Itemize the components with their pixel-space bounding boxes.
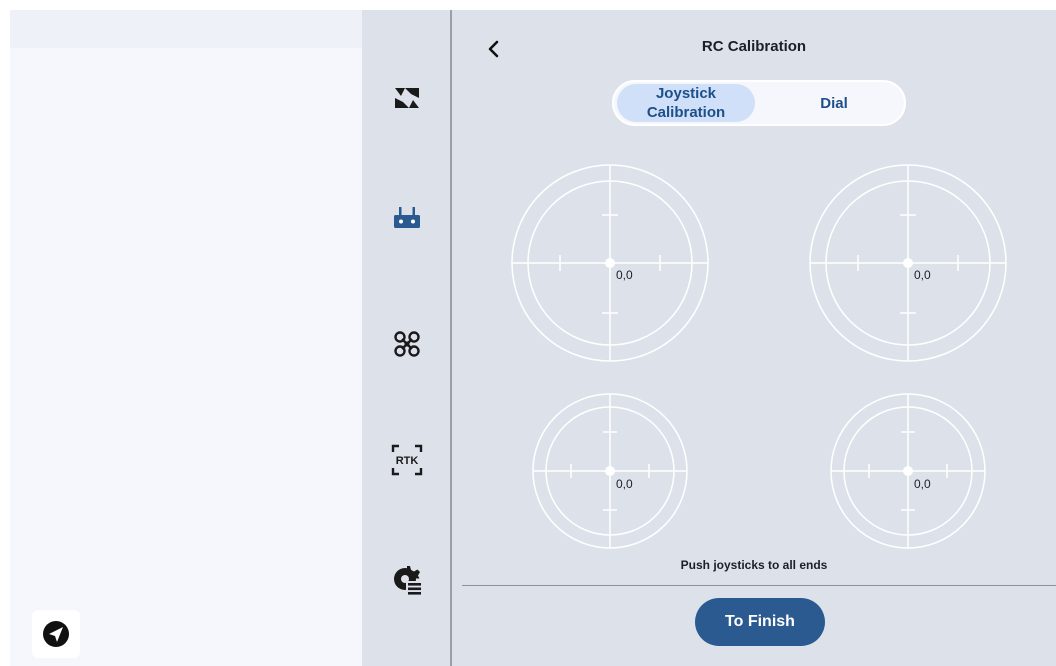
- joystick-value-label: 0,0: [914, 268, 931, 282]
- send-icon: [43, 621, 69, 647]
- rtk-icon: RTK: [391, 444, 423, 476]
- nav-item-camera[interactable]: [387, 78, 427, 118]
- nav-item-rtk[interactable]: RTK: [387, 440, 427, 480]
- nav-item-settings[interactable]: [387, 560, 427, 600]
- joystick-indicator-left-small: 0,0: [532, 393, 688, 549]
- nav-item-remote-controller[interactable]: [387, 198, 427, 238]
- rc-calibration-panel: RC Calibration Joystick Calibration Dial…: [452, 10, 1056, 666]
- send-location-button[interactable]: [32, 610, 80, 658]
- joystick-indicators: 0,0 0,0 0,0 0,0: [511, 164, 1007, 549]
- joystick-indicator-left-large: 0,0: [511, 164, 709, 362]
- joystick-indicator-right-large: 0,0: [809, 164, 1007, 362]
- drone-icon: [394, 331, 420, 357]
- joystick-value-label: 0,0: [616, 268, 633, 282]
- joystick-value-label: 0,0: [616, 477, 633, 491]
- nav-rail: RTK: [362, 10, 452, 666]
- nav-item-aircraft[interactable]: [387, 324, 427, 364]
- rtk-label: RTK: [396, 455, 419, 467]
- camera-switch-icon: [395, 88, 419, 108]
- left-panel-header: [10, 10, 362, 48]
- settings-list-icon: [394, 566, 422, 595]
- divider: [462, 585, 1056, 586]
- left-panel: [10, 10, 362, 666]
- joystick-value-label: 0,0: [914, 477, 931, 491]
- joystick-indicator-right-small: 0,0: [830, 393, 986, 549]
- remote-controller-icon: [394, 207, 420, 228]
- calibration-hint: Push joysticks to all ends: [680, 558, 828, 572]
- finish-button[interactable]: To Finish: [695, 598, 825, 646]
